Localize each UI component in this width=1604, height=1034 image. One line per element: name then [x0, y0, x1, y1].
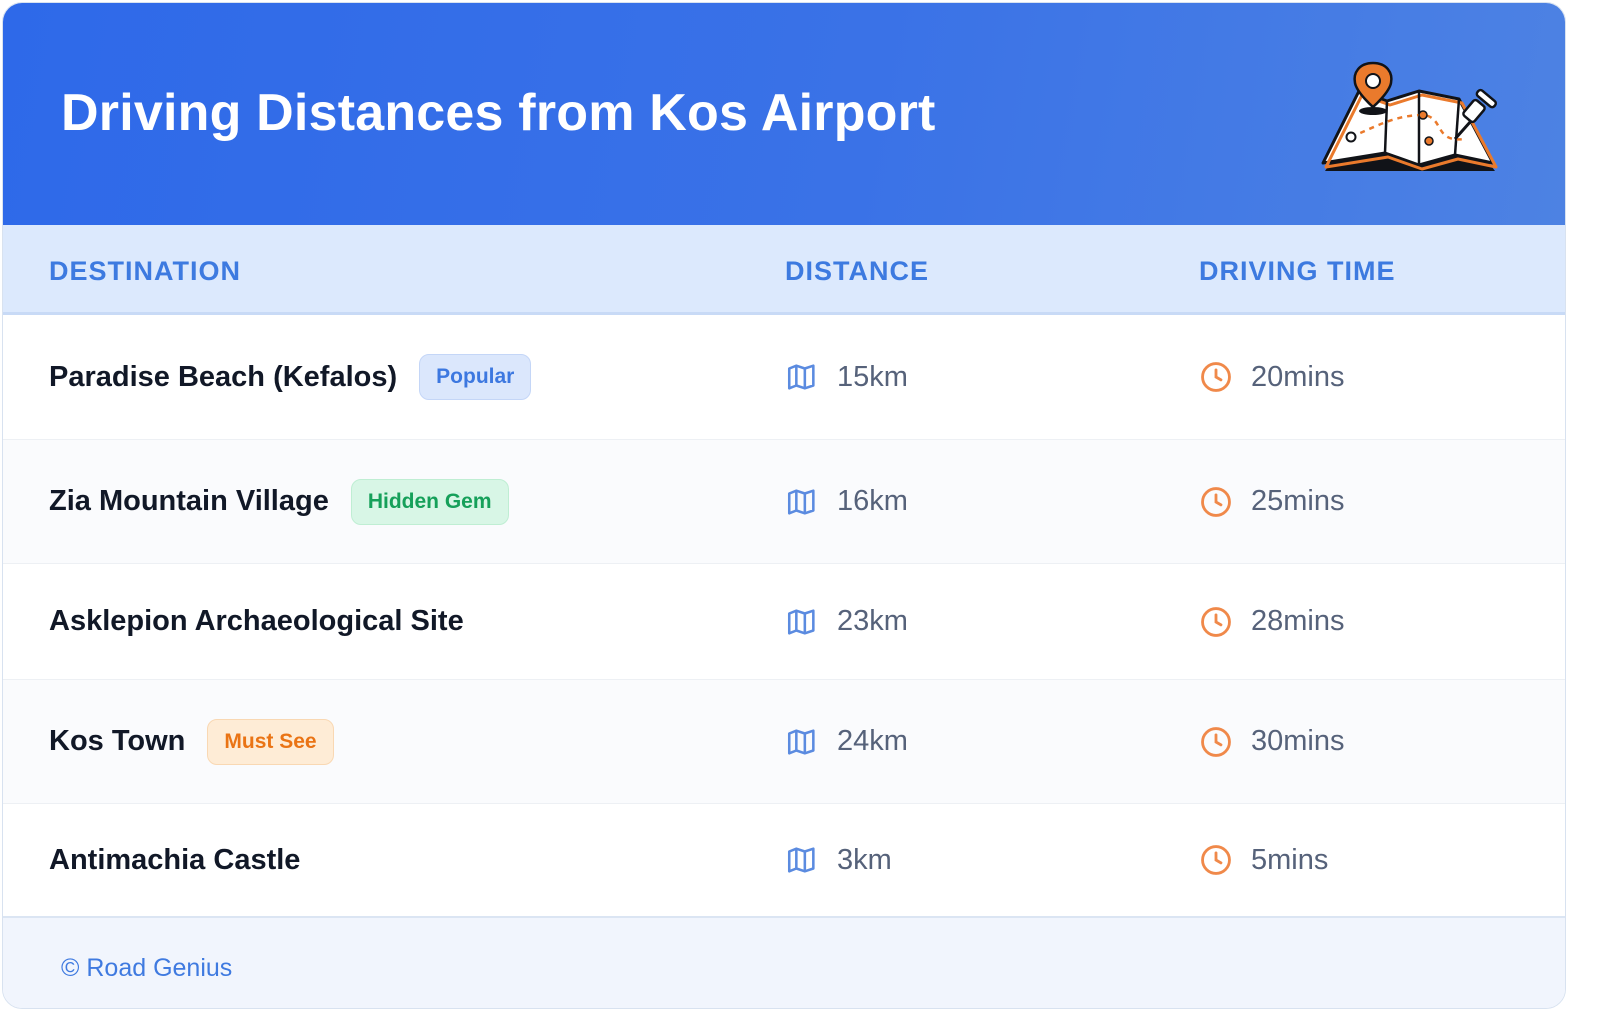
- map-icon: [787, 488, 815, 515]
- destination-name: Zia Mountain Village: [49, 485, 329, 517]
- destination-name: Paradise Beach (Kefalos): [49, 360, 398, 393]
- destination-name: Asklepion Archaeological Site: [49, 605, 464, 637]
- time-cell: 30mins: [1199, 680, 1345, 803]
- time-value: 25mins: [1251, 485, 1345, 517]
- time-cell: 25mins: [1199, 440, 1345, 563]
- distance-value: 15km: [837, 360, 908, 393]
- distance-cell: 16km: [785, 440, 908, 563]
- table-row: Asklepion Archaeological Site 23km 28min…: [3, 564, 1565, 680]
- time-cell: 28mins: [1199, 564, 1345, 679]
- page-title: Driving Distances from Kos Airport: [61, 84, 936, 142]
- time-value: 28mins: [1251, 605, 1345, 637]
- clock-icon: [1201, 486, 1231, 517]
- column-header-distance: DISTANCE: [785, 256, 930, 286]
- column-header-driving-time: DRIVING TIME: [1199, 256, 1396, 286]
- clock-icon: [1201, 362, 1231, 392]
- map-with-pins-icon: [1321, 61, 1498, 171]
- must-see-badge: Must See: [207, 718, 334, 765]
- time-value: 20mins: [1251, 360, 1345, 393]
- time-cell: 5mins: [1199, 804, 1328, 916]
- distance-cell: 24km: [785, 680, 908, 803]
- copyright-link[interactable]: © Road Genius: [61, 954, 232, 983]
- time-value: 30mins: [1251, 725, 1345, 757]
- distance-value: 16km: [837, 485, 908, 517]
- table-row: Kos Town Must See 24km 30mins: [3, 680, 1565, 804]
- map-icon: [787, 728, 815, 755]
- map-icon: [787, 847, 815, 873]
- destination-name: Kos Town: [49, 725, 186, 757]
- distance-value: 3km: [837, 843, 892, 876]
- distance-table-card: Driving Distances from Kos Airport DESTI…: [2, 2, 1566, 1009]
- popular-badge: Popular: [419, 354, 532, 400]
- destination-cell: Asklepion Archaeological Site: [49, 564, 464, 679]
- map-icon: [787, 608, 815, 635]
- clock-icon: [1201, 845, 1231, 875]
- map-icon: [787, 364, 815, 390]
- table-row: Antimachia Castle 3km 5mins: [3, 804, 1565, 916]
- clock-icon: [1201, 726, 1231, 757]
- column-header-destination: DESTINATION: [49, 256, 241, 286]
- destination-cell: Zia Mountain Village Hidden Gem: [49, 440, 509, 563]
- footer: © Road Genius: [3, 916, 1565, 1008]
- destination-cell: Paradise Beach (Kefalos) Popular: [49, 315, 532, 439]
- distance-cell: 3km: [785, 804, 892, 916]
- destination-cell: Kos Town Must See: [49, 680, 334, 803]
- time-value: 5mins: [1251, 843, 1329, 876]
- destination-cell: Antimachia Castle: [49, 804, 300, 916]
- distance-value: 24km: [837, 725, 908, 757]
- header-banner: Driving Distances from Kos Airport: [3, 3, 1565, 225]
- distance-cell: 15km: [785, 315, 908, 439]
- hidden-gem-badge: Hidden Gem: [350, 478, 509, 525]
- time-cell: 20mins: [1199, 315, 1345, 439]
- table-header-row: DESTINATION DISTANCE DRIVING TIME: [3, 225, 1565, 315]
- table-row: Zia Mountain Village Hidden Gem 16km 25m…: [3, 440, 1565, 564]
- clock-icon: [1201, 606, 1231, 637]
- destination-name: Antimachia Castle: [49, 843, 301, 876]
- distance-cell: 23km: [785, 564, 908, 679]
- table-row: Paradise Beach (Kefalos) Popular 15km 20…: [3, 315, 1565, 440]
- distance-value: 23km: [837, 605, 908, 637]
